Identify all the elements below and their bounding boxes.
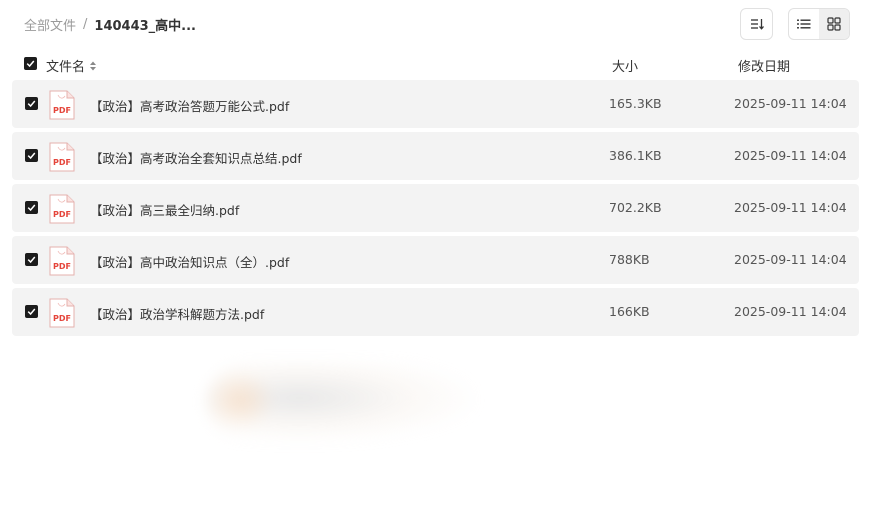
breadcrumb: 全部文件 / 140443_高中... [24,15,196,34]
list-view-button[interactable] [789,9,819,39]
file-name[interactable]: 【政治】高考政治全套知识点总结.pdf [90,148,302,167]
file-date: 2025-09-11 14:04 [734,200,847,215]
select-all-checkbox[interactable] [24,57,37,70]
sort-descending-icon [750,19,764,30]
column-header-size[interactable]: 大小 [612,56,638,75]
file-date: 2025-09-11 14:04 [734,148,847,163]
check-icon [27,100,36,108]
file-size: 788KB [609,252,650,267]
file-list-header: 文件名 大小 修改日期 [12,52,859,76]
file-name[interactable]: 【政治】高中政治知识点（全）.pdf [90,252,289,271]
file-size: 386.1KB [609,148,662,163]
file-date: 2025-09-11 14:04 [734,252,847,267]
column-header-name-label: 文件名 [46,60,86,75]
file-checkbox[interactable] [25,305,38,318]
pdf-label: PDF [53,210,71,219]
sort-button[interactable] [740,8,773,40]
pdf-label: PDF [53,314,71,323]
file-name[interactable]: 【政治】高考政治答题万能公式.pdf [90,96,289,115]
file-checkbox[interactable] [25,149,38,162]
breadcrumb-current-folder: 140443_高中... [94,19,196,34]
file-date: 2025-09-11 14:04 [734,96,847,111]
top-bar: 全部文件 / 140443_高中... [0,0,874,48]
file-date: 2025-09-11 14:04 [734,304,847,319]
breadcrumb-root-link[interactable]: 全部文件 [24,15,76,34]
pdf-label: PDF [53,106,71,115]
column-header-date[interactable]: 修改日期 [738,56,790,75]
file-list: PDF 【政治】高考政治答题万能公式.pdf 165.3KB 2025-09-1… [12,80,859,340]
file-name[interactable]: 【政治】政治学科解题方法.pdf [90,304,264,323]
file-row[interactable]: PDF 【政治】政治学科解题方法.pdf 166KB 2025-09-11 14… [12,288,859,336]
check-icon [27,204,36,212]
file-name[interactable]: 【政治】高三最全归纳.pdf [90,200,239,219]
file-size: 166KB [609,304,650,319]
file-row[interactable]: PDF 【政治】高中政治知识点（全）.pdf 788KB 2025-09-11 … [12,236,859,284]
check-icon [26,60,35,68]
pdf-file-icon: PDF [49,194,75,224]
breadcrumb-separator: / [83,17,88,32]
grid-view-icon [827,17,841,31]
pdf-file-icon: PDF [49,298,75,328]
file-row[interactable]: PDF 【政治】高三最全归纳.pdf 702.2KB 2025-09-11 14… [12,184,859,232]
blurred-placeholder-graphic [205,362,475,442]
pdf-file-icon: PDF [49,142,75,172]
list-view-icon [797,19,811,29]
file-row[interactable]: PDF 【政治】高考政治全套知识点总结.pdf 386.1KB 2025-09-… [12,132,859,180]
view-toggle-group [788,8,850,40]
pdf-file-icon: PDF [49,246,75,276]
pdf-label: PDF [53,158,71,167]
file-checkbox[interactable] [25,201,38,214]
file-size: 165.3KB [609,96,662,111]
file-checkbox[interactable] [25,97,38,110]
pdf-label: PDF [53,262,71,271]
check-icon [27,152,36,160]
sort-toggle-icon [90,61,97,70]
file-size: 702.2KB [609,200,662,215]
pdf-file-icon: PDF [49,90,75,120]
check-icon [27,256,36,264]
file-checkbox[interactable] [25,253,38,266]
check-icon [27,308,36,316]
grid-view-button[interactable] [819,9,849,39]
column-header-name[interactable]: 文件名 [46,56,97,75]
file-row[interactable]: PDF 【政治】高考政治答题万能公式.pdf 165.3KB 2025-09-1… [12,80,859,128]
